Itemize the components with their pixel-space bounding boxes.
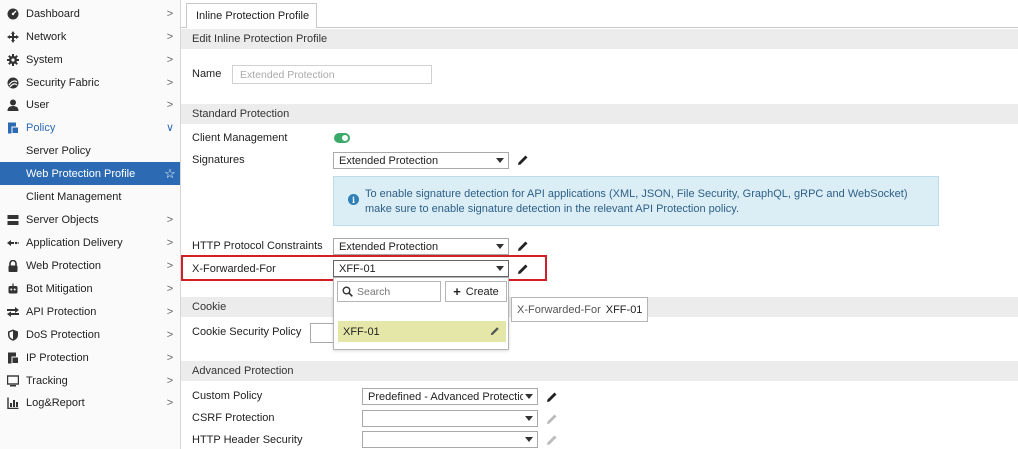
caret-down-icon [496, 158, 504, 163]
bot-icon [7, 283, 19, 295]
section-advanced-header: Advanced Protection [181, 361, 1018, 381]
edit-option-pencil-icon[interactable] [490, 326, 500, 336]
sidebar-item-application-delivery[interactable]: Application Delivery > [0, 231, 180, 254]
sidebar-item-system[interactable]: System > [0, 48, 180, 71]
chevron-down-icon: ∨ [165, 122, 175, 134]
chevron-right-icon: > [166, 305, 174, 318]
csrf-select[interactable] [362, 410, 538, 427]
header-security-select[interactable] [362, 431, 538, 448]
info-box: i To enable signature detection for API … [333, 176, 939, 226]
sidebar-item-security-fabric[interactable]: Security Fabric > [0, 71, 180, 94]
sidebar-item-user[interactable]: User > [0, 93, 180, 116]
section-edit-header: Edit Inline Protection Profile [181, 29, 1018, 49]
sidebar-item-server-policy[interactable]: Server Policy [0, 139, 180, 162]
sidebar-item-client-management[interactable]: Client Management [0, 185, 180, 208]
header-security-label: HTTP Header Security [192, 434, 303, 446]
xff-dropdown-menu: Search + Create XFF-01 [333, 277, 509, 350]
ip-protection-icon [7, 352, 19, 364]
shield-icon [7, 329, 19, 341]
chevron-right-icon: > [166, 7, 174, 20]
edit-signatures-pencil-icon[interactable] [517, 154, 529, 166]
dropdown-search-input[interactable]: Search [337, 281, 441, 302]
tab-inline-protection-profile[interactable]: Inline Protection Profile [186, 3, 317, 28]
csrf-label: CSRF Protection [192, 412, 275, 424]
sidebar: Dashboard > Network > System > Security … [0, 0, 181, 449]
chevron-right-icon: > [166, 282, 174, 295]
sidebar-item-api-protection[interactable]: API Protection > [0, 300, 180, 323]
server-icon [7, 214, 19, 226]
sidebar-item-log-report[interactable]: Log&Report > [0, 391, 180, 414]
user-icon [7, 99, 19, 111]
name-label: Name [192, 68, 222, 80]
name-field[interactable]: Extended Protection [232, 65, 432, 84]
caret-down-icon [525, 437, 533, 442]
plus-icon: + [453, 284, 461, 299]
chevron-right-icon: > [166, 374, 174, 387]
sidebar-item-network[interactable]: Network > [0, 25, 180, 48]
info-icon: i [348, 194, 359, 205]
gear-icon [7, 53, 19, 66]
search-icon [342, 286, 353, 297]
signatures-select[interactable]: Extended Protection [333, 152, 509, 169]
chevron-right-icon: > [166, 236, 174, 249]
http-constraints-label: HTTP Protocol Constraints [192, 240, 323, 252]
sidebar-item-server-objects[interactable]: Server Objects > [0, 208, 180, 231]
tracking-icon [7, 374, 19, 387]
dropdown-option-xff-01[interactable]: XFF-01 [338, 321, 506, 342]
chevron-right-icon: > [166, 351, 174, 364]
signatures-label: Signatures [192, 154, 245, 166]
chevron-right-icon: > [166, 213, 174, 226]
sidebar-item-bot-mitigation[interactable]: Bot Mitigation > [0, 277, 180, 300]
sidebar-item-dashboard[interactable]: Dashboard > [0, 2, 180, 25]
custom-policy-label: Custom Policy [192, 390, 263, 402]
application-delivery-icon [7, 237, 19, 249]
chevron-right-icon: > [166, 328, 174, 341]
chevron-right-icon: > [166, 53, 174, 66]
info-text: To enable signature detection for API ap… [365, 188, 908, 215]
client-management-label: Client Management [192, 132, 288, 144]
edit-http-constraints-pencil-icon[interactable] [517, 240, 529, 252]
star-icon[interactable]: ☆ [160, 166, 180, 182]
client-management-toggle[interactable] [334, 133, 350, 143]
edit-custom-policy-pencil-icon[interactable] [546, 391, 558, 403]
sidebar-item-web-protection-profile[interactable]: Web Protection Profile ☆ [0, 162, 180, 185]
api-icon [7, 306, 19, 318]
chevron-right-icon: > [166, 259, 174, 272]
cookie-policy-label: Cookie Security Policy [192, 326, 302, 338]
lock-icon [7, 259, 19, 272]
sidebar-item-policy[interactable]: Policy ∨ [0, 116, 180, 139]
chevron-right-icon: > [166, 396, 174, 409]
chevron-right-icon: > [166, 76, 174, 89]
network-icon [7, 30, 19, 43]
http-constraints-select[interactable]: Extended Protection [333, 238, 509, 255]
sidebar-item-ip-protection[interactable]: IP Protection > [0, 346, 180, 369]
sidebar-item-dos-protection[interactable]: DoS Protection > [0, 323, 180, 346]
edit-csrf-pencil-icon [547, 414, 557, 424]
caret-down-icon [525, 416, 533, 421]
section-standard-header: Standard Protection [181, 104, 1018, 124]
tooltip: X-Forwarded-For XFF-01 [511, 297, 648, 322]
log-report-icon [7, 397, 19, 409]
create-button[interactable]: + Create [445, 281, 507, 302]
chevron-right-icon: > [166, 98, 174, 111]
caret-down-icon [525, 394, 533, 399]
sidebar-item-tracking[interactable]: Tracking > [0, 369, 180, 392]
security-fabric-icon [7, 77, 19, 89]
caret-down-icon [496, 244, 504, 249]
custom-policy-select[interactable]: Predefined - Advanced Protectio [362, 388, 538, 405]
chevron-right-icon: > [166, 30, 174, 43]
policy-icon [7, 122, 19, 134]
sidebar-item-web-protection[interactable]: Web Protection > [0, 254, 180, 277]
edit-header-security-pencil-icon [547, 435, 557, 445]
dashboard-icon [7, 8, 19, 20]
